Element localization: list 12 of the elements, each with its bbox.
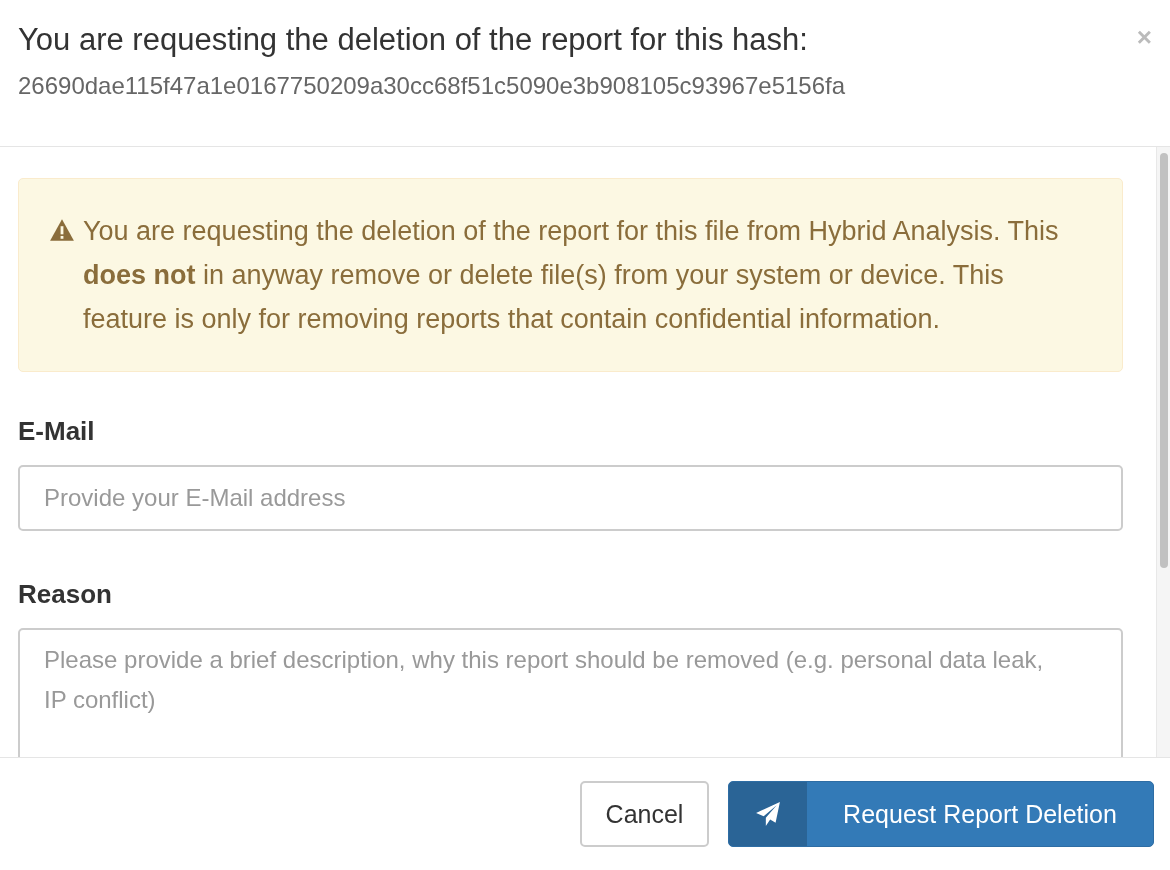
field-label: Reason [18,579,113,610]
cancel-button[interactable]: Cancel [580,781,709,847]
request-deletion-button[interactable]: Request Report Deletion [728,781,1154,847]
hash-text: 26690dae115f47a1e0167750209a30cc68f51c5090e3b908105c93967e5156fa [18,72,847,100]
reason-field[interactable]: Please provide a brief description, why this report should be removed (e.g. personal data leak, IP conflict) [18,628,1123,757]
dialog-title: You are requesting the deletion of the report for this hash: [18,22,808,58]
paper-plane-icon [755,801,781,827]
scrollbar[interactable] [1156,147,1170,757]
field-label: E-Mail [18,416,96,447]
warning-icon [49,218,75,242]
email-field[interactable]: Provide your E-Mail address [18,465,1123,531]
warning-text: You are requesting the deletion of the report for this file from Hybrid Analysis. This does not in anyway remove or delete file(s) from your system or device. This feature is only for removing reports that contain confidential information. [83,215,1060,336]
